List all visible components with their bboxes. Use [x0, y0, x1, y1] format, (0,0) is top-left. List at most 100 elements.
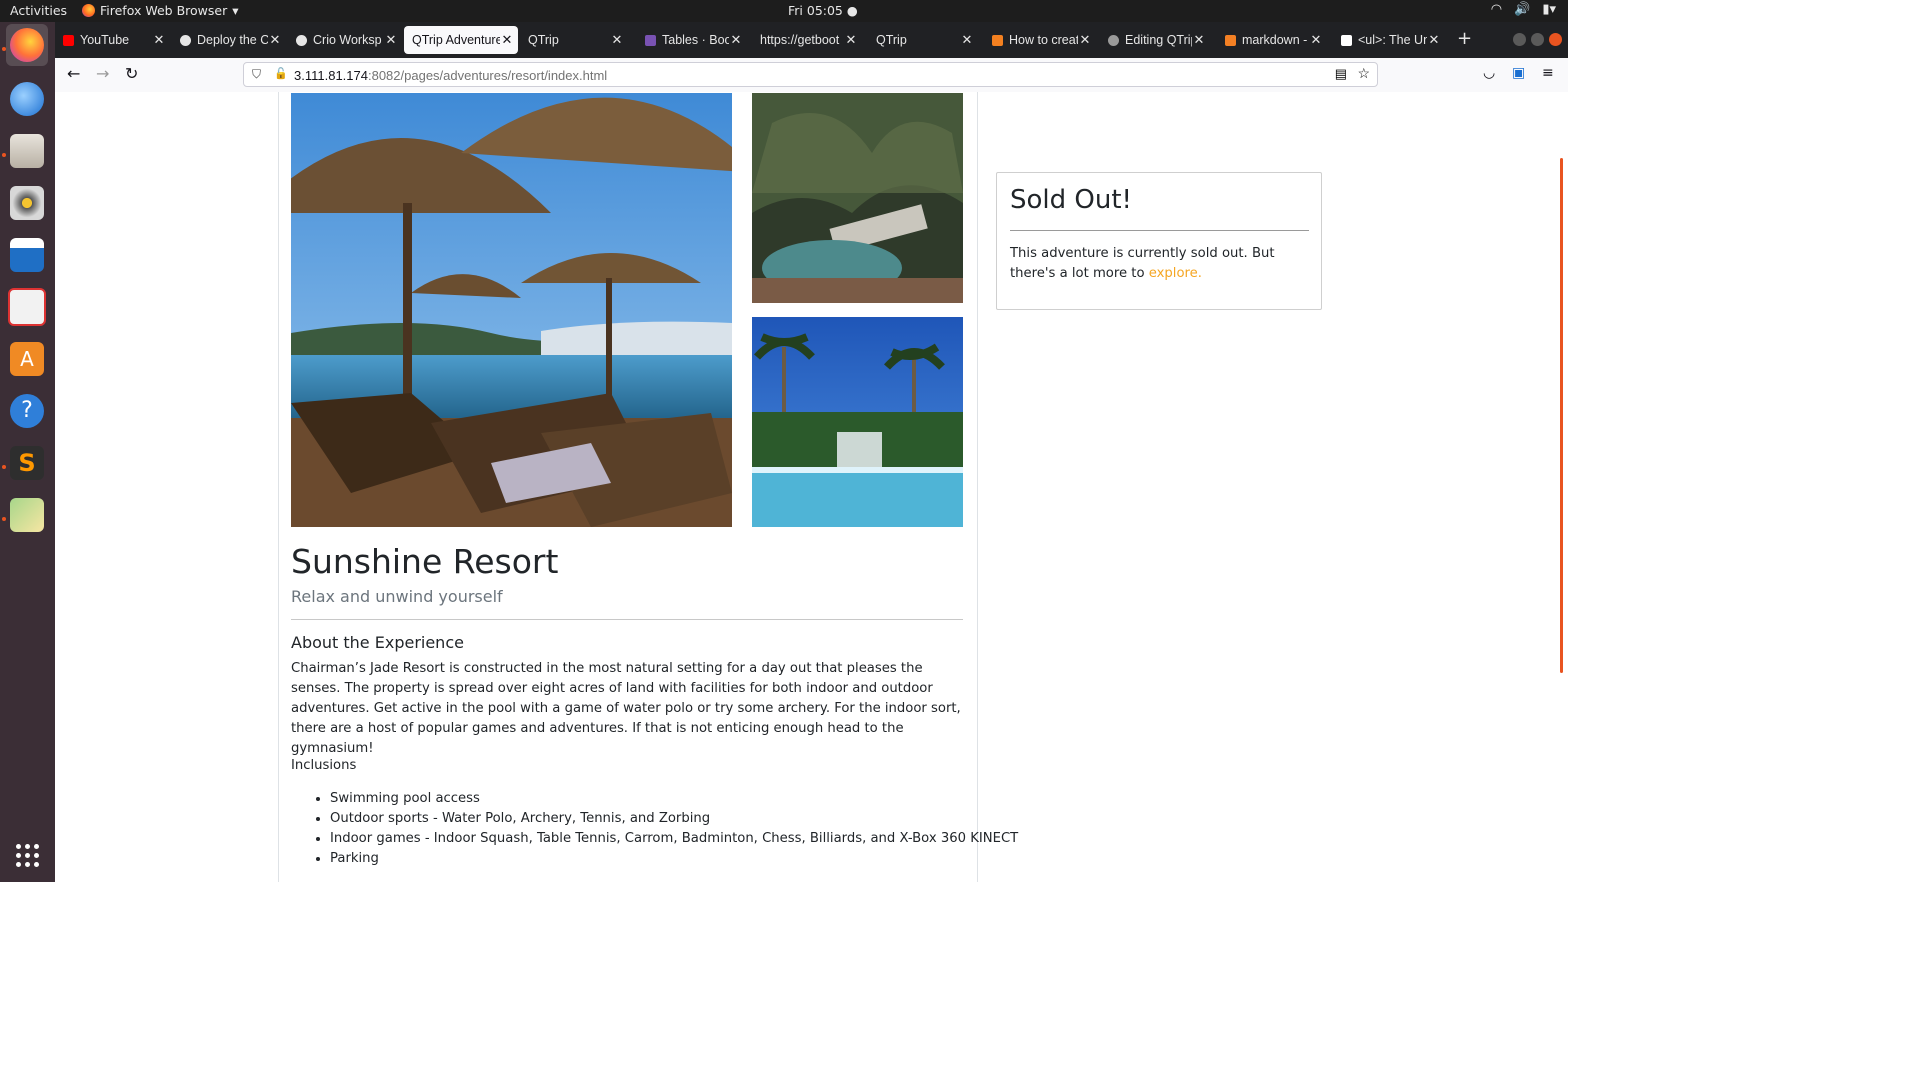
tab-crio-workspace[interactable]: Crio Worksp ✕: [288, 26, 402, 54]
extension-icon[interactable]: ▣: [1512, 65, 1525, 81]
url-bar[interactable]: ⛉ 🔓 3.111.81.174:8082/pages/adventures/r…: [243, 62, 1378, 87]
adventure-photo-garden: [752, 93, 963, 303]
clock[interactable]: Fri 05:05 ●: [788, 3, 858, 18]
new-tab-button[interactable]: +: [1457, 28, 1472, 49]
dock-thunderbird[interactable]: [6, 78, 48, 120]
dock-rhythmbox[interactable]: [6, 182, 48, 224]
dock-software[interactable]: A: [6, 338, 48, 380]
close-icon[interactable]: ✕: [960, 32, 974, 48]
explore-link[interactable]: explore.: [1149, 266, 1202, 281]
sold-out-message: This adventure is currently sold out. Bu…: [1010, 244, 1310, 284]
minimize-button[interactable]: [1513, 33, 1526, 46]
page-viewport: Sunshine Resort Relax and unwind yoursel…: [55, 92, 1568, 882]
menu-icon[interactable]: ≡: [1542, 65, 1554, 81]
tab-qtrip-adventure[interactable]: QTrip Adventure ✕: [404, 26, 518, 54]
about-heading: About the Experience: [291, 633, 464, 652]
system-tray[interactable]: ◠ 🔊 ▮▾: [1491, 2, 1556, 17]
close-icon[interactable]: ✕: [729, 32, 743, 48]
dock-sublime[interactable]: S: [6, 442, 48, 484]
dock-firefox[interactable]: [6, 24, 48, 66]
tab-title: QTrip: [528, 33, 559, 47]
bookmark-star-icon[interactable]: ☆: [1357, 65, 1370, 82]
adventure-title: Sunshine Resort: [291, 542, 559, 581]
close-icon[interactable]: ✕: [1078, 32, 1092, 48]
screenshot-icon: [10, 498, 44, 532]
tab-how-to-create[interactable]: How to creat ✕: [984, 26, 1096, 54]
chevron-down-icon: ▾: [232, 3, 239, 18]
crio-icon: [180, 34, 191, 46]
firefox-icon: [10, 28, 44, 62]
dock-help[interactable]: ?: [6, 390, 48, 432]
tab-title: Crio Worksp: [313, 33, 382, 47]
tab-youtube[interactable]: YouTube ✕: [55, 26, 170, 54]
url-text[interactable]: 3.111.81.174:8082/pages/adventures/resor…: [294, 68, 607, 83]
url-path: :8082/pages/adventures/resort/index.html: [367, 68, 608, 83]
sold-out-card: Sold Out! This adventure is currently so…: [996, 172, 1322, 310]
app-menu[interactable]: Firefox Web Browser ▾: [82, 3, 239, 18]
close-icon[interactable]: ✕: [1192, 32, 1206, 48]
volume-icon: 🔊: [1514, 2, 1531, 17]
sublime-text-icon: S: [10, 446, 44, 480]
stackoverflow-icon: [1225, 34, 1236, 46]
firefox-icon: [82, 4, 95, 17]
sold-out-text: This adventure is currently sold out. Bu…: [1010, 246, 1275, 281]
dock-text-editor[interactable]: [6, 286, 48, 328]
mdn-icon: [1341, 34, 1352, 46]
activities-button[interactable]: Activities: [10, 3, 67, 18]
pocket-icon[interactable]: ◡: [1483, 65, 1495, 81]
window-controls: [1513, 33, 1562, 46]
shield-icon[interactable]: ⛉: [252, 67, 261, 82]
dock-files[interactable]: [6, 130, 48, 172]
wifi-icon: ◠: [1490, 2, 1503, 17]
tab-title: YouTube: [80, 33, 130, 47]
close-icon[interactable]: ✕: [1427, 32, 1441, 48]
text-editor-icon: [8, 288, 46, 326]
close-window-button[interactable]: [1549, 33, 1562, 46]
tab-qtrip-2[interactable]: QTrip ✕: [868, 26, 978, 54]
dock-writer[interactable]: [6, 234, 48, 276]
list-item: Parking: [330, 849, 1018, 869]
insecure-lock-icon[interactable]: 🔓: [274, 67, 288, 80]
clock-label: Fri 05:05: [788, 3, 843, 18]
close-icon[interactable]: ✕: [152, 32, 166, 48]
tab-title: markdown - I: [1242, 33, 1309, 47]
close-icon[interactable]: ✕: [500, 32, 514, 48]
close-icon[interactable]: ✕: [844, 32, 858, 48]
writer-icon: [10, 238, 44, 272]
list-item: Swimming pool access: [330, 789, 1018, 809]
close-icon[interactable]: ✕: [268, 32, 282, 48]
tab-title: QTrip: [876, 33, 907, 47]
dock-screenshot[interactable]: [6, 494, 48, 536]
close-icon[interactable]: ✕: [384, 32, 398, 48]
adventure-photo-pool: [752, 317, 963, 527]
list-item: Indoor games - Indoor Squash, Table Tenn…: [330, 829, 1018, 849]
tab-title: Editing QTrip: [1125, 33, 1192, 47]
tab-deploy[interactable]: Deploy the C ✕: [172, 26, 286, 54]
tab-getbootstrap[interactable]: https://getboot ✕: [752, 26, 862, 54]
section-divider: [291, 619, 963, 620]
list-item: Outdoor sports - Water Polo, Archery, Te…: [330, 809, 1018, 829]
close-icon[interactable]: ✕: [1309, 32, 1323, 48]
tab-title: How to creat: [1009, 33, 1078, 47]
navigation-toolbar: ← → ↻ ⛉ 🔓 3.111.81.174:8082/pages/advent…: [55, 58, 1568, 93]
tab-tables-bootstrap[interactable]: Tables · Boot ✕: [637, 26, 747, 54]
close-icon[interactable]: ✕: [610, 32, 624, 48]
back-button[interactable]: ←: [67, 64, 80, 83]
tab-ul-mdn[interactable]: <ul>: The Un ✕: [1333, 26, 1445, 54]
tab-title: Tables · Boot: [662, 33, 729, 47]
tab-title: <ul>: The Un: [1358, 33, 1427, 47]
show-applications-button[interactable]: [6, 834, 48, 876]
tab-qtrip[interactable]: QTrip ✕: [520, 26, 628, 54]
reader-view-icon[interactable]: ▤: [1335, 66, 1347, 82]
tab-editing-qtrip[interactable]: Editing QTrip ✕: [1100, 26, 1210, 54]
battery-icon: ▮▾: [1542, 2, 1556, 17]
scrollbar-thumb[interactable]: [1560, 158, 1563, 673]
reload-button[interactable]: ↻: [125, 64, 138, 83]
forward-button[interactable]: →: [96, 64, 109, 83]
maximize-button[interactable]: [1531, 33, 1544, 46]
tab-markdown[interactable]: markdown - I ✕: [1217, 26, 1327, 54]
tab-strip: YouTube ✕ Deploy the C ✕ Crio Worksp ✕ Q…: [55, 22, 1568, 58]
sold-out-title: Sold Out!: [1010, 185, 1132, 215]
rhythmbox-icon: [10, 186, 44, 220]
ubuntu-dock: A ? S: [0, 22, 55, 882]
